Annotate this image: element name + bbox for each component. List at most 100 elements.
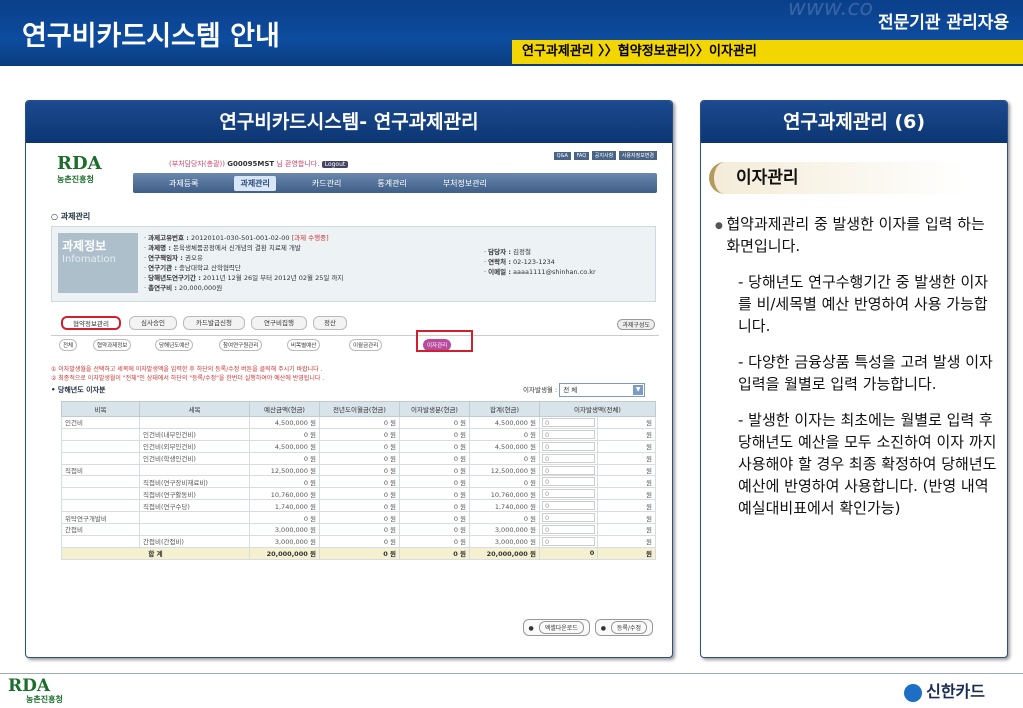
table-cell: 0 원	[399, 439, 470, 453]
interest-input[interactable]: 0	[538, 499, 599, 513]
interest-input-value[interactable]: 0	[542, 536, 596, 546]
breadcrumb-item[interactable]: 〉〉협약정보관리〉〉이자관리	[598, 44, 757, 59]
table-row: 인건비(내부인건비) 0 원0 원0 원0 원0원	[61, 427, 656, 441]
header-watermark: www.co	[787, 0, 873, 21]
subtab-item-budget[interactable]: 비목별예산	[287, 339, 321, 351]
interest-input[interactable]: 0	[538, 439, 599, 453]
table-cell: 10,760,000 원	[249, 487, 320, 501]
excel-download-label: 엑셀다운로드	[538, 621, 584, 634]
info-line: · 과제고유번호 : 20120101-030-501-001-02-00 [과…	[144, 234, 329, 242]
info-label: 당해년도연구기간 :	[148, 274, 201, 282]
interest-input[interactable]: 0	[538, 487, 599, 501]
table-cell: 0 원	[399, 416, 470, 429]
tab-settlement[interactable]: 정산	[313, 316, 347, 330]
info-status: [과제 수행중]	[291, 234, 329, 242]
month-select[interactable]: 전 체 ▼	[559, 383, 646, 397]
breadcrumb-item[interactable]: 연구과제관리	[522, 44, 594, 59]
table-cell: 0 원	[319, 475, 400, 489]
tab-expense[interactable]: 연구비집행	[251, 316, 307, 330]
table-cell	[61, 487, 140, 501]
interest-input-value[interactable]: 0	[542, 441, 596, 451]
welcome-user: G00095MST	[227, 160, 275, 168]
table-cell: 0 원	[399, 463, 470, 477]
info-line: · 과제명 : 돈육생체품공정에서 신개념의 결환 치료제 개발	[144, 244, 301, 252]
nav-item-register[interactable]: 과제등록	[169, 178, 198, 189]
lead-row: ● 협약과제관리 중 발생한 이자를 입력 하는 화면입니다.	[715, 213, 1000, 257]
instruction-note: ② 최종적으로 이자발생월이 "전체"인 상태에서 하단의 "등록/수정"을 한…	[51, 375, 325, 382]
interest-input[interactable]: 0	[538, 511, 599, 525]
rda-logo: RDA 농촌진흥청	[57, 153, 127, 187]
table-cell: 0 원	[319, 416, 400, 429]
table-row: 위탁연구개발비 0 원0 원0 원0 원0원	[61, 511, 656, 525]
table-cell: 3,000,000 원	[469, 523, 540, 536]
logout-button[interactable]: Logout	[321, 161, 349, 168]
table-cell	[61, 427, 140, 441]
interest-input[interactable]: 0	[538, 523, 599, 536]
subtab-researchers[interactable]: 참여연구원관리	[219, 339, 263, 351]
table-cell: 원	[597, 475, 656, 489]
table-row: 간접비 3,000,000 원0 원0 원 3,000,000 원0원	[61, 523, 656, 536]
info-label: 총연구비 :	[148, 284, 177, 292]
excel-download-button[interactable]: ● 엑셀다운로드	[522, 619, 590, 636]
project-structure-button[interactable]: 과제구성도	[617, 319, 655, 330]
subtab-contract[interactable]: 협약과제정보	[93, 339, 132, 351]
nav-item-dept[interactable]: 부처정보관리	[443, 178, 487, 189]
table-cell: 원	[597, 439, 656, 453]
table-header-row: 비목 세목 예산금액(현금) 전년도이월금(현금) 이자발생분(현금) 합계(현…	[61, 401, 656, 417]
interest-input[interactable]: 0	[538, 451, 599, 465]
contact-lines: · 담당자 : 김정철 · 연락처 : 02-123-1234 · 이메일 : …	[484, 247, 596, 277]
interest-input-value[interactable]: 0	[542, 501, 596, 511]
tab-contract-info[interactable]: 협약정보관리	[61, 316, 121, 330]
interest-input-value[interactable]: 0	[542, 465, 596, 475]
info-value: 돈육생체품공정에서 신개념의 결환 치료제 개발	[173, 244, 301, 252]
util-link-profile[interactable]: 사용자정보변경	[618, 151, 657, 160]
nav-item-card[interactable]: 카드관리	[312, 178, 341, 189]
total-cell: 0	[538, 546, 599, 560]
subtab-all[interactable]: 전체	[59, 339, 78, 351]
subtab-carryover[interactable]: 이월금관리	[349, 339, 383, 351]
nav-item-manage[interactable]: 과제관리	[234, 175, 276, 191]
screenshot-panel: 연구비카드시스템- 연구과제관리 RDA 농촌진흥청 (부처담당자(총괄)) G…	[25, 100, 673, 658]
interest-input-value[interactable]: 0	[542, 489, 596, 499]
table-total-row: 합 계 20,000,000 원0 원0 원 20,000,000 원0원	[61, 546, 656, 560]
table-cell: 4,500,000 원	[469, 439, 540, 453]
table-cell: 간접비(간접비)	[139, 534, 250, 548]
interest-input-value[interactable]: 0	[542, 477, 596, 487]
contact-line: · 연락처 : 02-123-1234	[484, 258, 555, 266]
interest-input-value[interactable]: 0	[542, 524, 596, 534]
description-item: - 다양한 금융상품 특성을 고려 발생 이자 입력을 월별로 입력 가능합니다…	[738, 353, 993, 393]
interest-input-value[interactable]: 0	[542, 417, 596, 427]
util-link-notice[interactable]: 공지사항	[591, 151, 617, 160]
table-cell: 12,500,000 원	[469, 463, 540, 477]
table-cell: 0 원	[319, 451, 400, 465]
interest-input-value[interactable]: 0	[542, 453, 596, 463]
nav-item-stats[interactable]: 통계관리	[377, 178, 406, 189]
interest-input-value[interactable]: 0	[542, 429, 596, 439]
table-cell: 0 원	[399, 475, 470, 489]
interest-input-value[interactable]: 0	[542, 513, 596, 523]
interest-input[interactable]: 0	[538, 475, 599, 489]
info-label: 과제명 :	[148, 244, 171, 252]
tab-card-apply[interactable]: 카드발급신청	[183, 316, 245, 330]
footer-logo-mark: RDA	[8, 676, 51, 696]
main-nav: 과제등록 과제관리 카드관리 통계관리 부처정보관리	[133, 173, 657, 193]
table-cell: 0 원	[249, 451, 320, 465]
table-cell: 10,760,000 원	[469, 487, 540, 501]
table-cell	[139, 416, 250, 429]
save-button[interactable]: ● 등록/수정	[594, 619, 653, 636]
subtab-budget[interactable]: 당해년도예산	[155, 339, 194, 351]
info-value: 20120101-030-501-001-02-00	[190, 234, 290, 242]
interest-input[interactable]: 0	[538, 534, 599, 548]
util-link-qna[interactable]: Q&A	[553, 152, 571, 160]
chevron-down-icon[interactable]: ▼	[633, 385, 644, 395]
total-cell: 0 원	[319, 546, 400, 560]
interest-input[interactable]: 0	[538, 416, 599, 429]
table-row: 인건비 4,500,000 원0 원0 원 4,500,000 원0원	[61, 416, 656, 429]
info-value: 2011년 12월 26일 부터 2012년 02월 25일 까지	[202, 274, 344, 282]
tab-review[interactable]: 심사승인	[129, 316, 177, 330]
interest-input[interactable]: 0	[538, 427, 599, 441]
embedded-screen: RDA 농촌진흥청 (부처담당자(총괄)) G00095MST 님 환영합니다.…	[49, 149, 659, 649]
interest-input[interactable]: 0	[538, 463, 599, 477]
util-link-faq[interactable]: FAQ	[573, 152, 590, 160]
total-label: 합 계	[61, 546, 250, 560]
